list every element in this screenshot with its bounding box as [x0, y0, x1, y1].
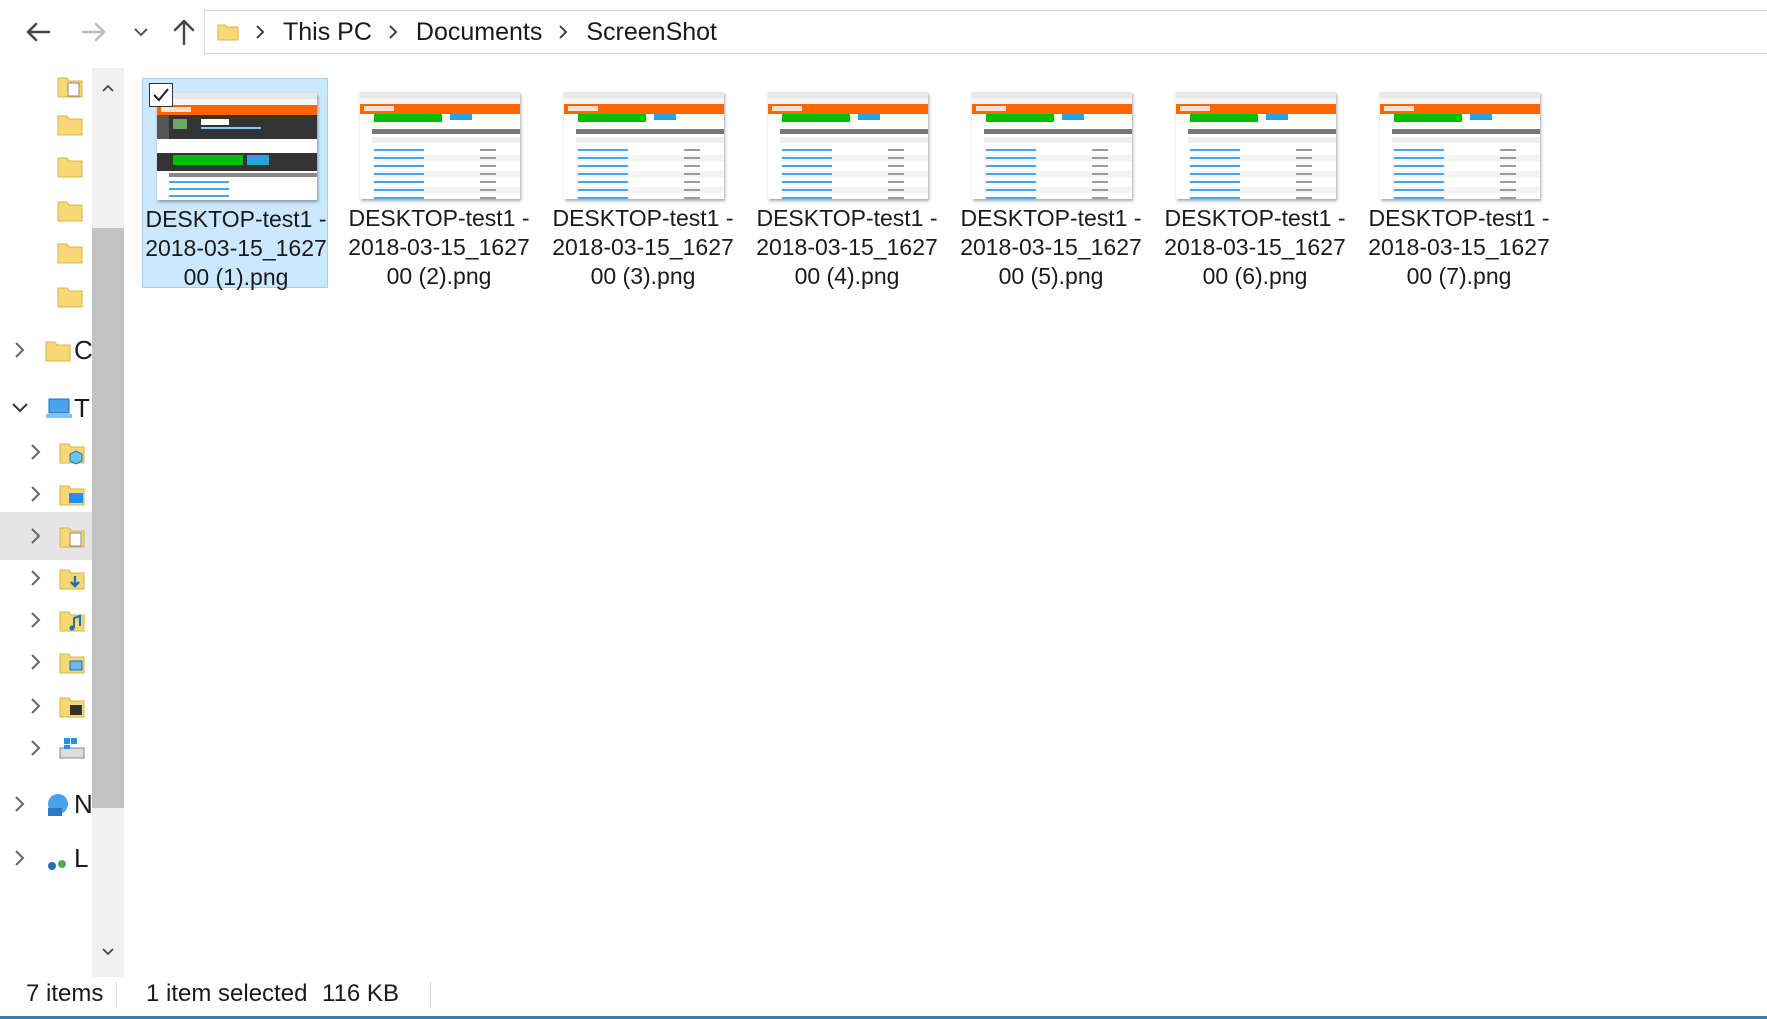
- folder-pictures-icon: [57, 115, 83, 136]
- file-thumbnail: [360, 92, 520, 199]
- breadcrumb-screenshot[interactable]: ScreenShot: [586, 18, 717, 47]
- breadcrumb-separator-icon: [388, 24, 404, 40]
- chevron-up-icon: [102, 84, 114, 92]
- file-name: DESKTOP-test1 - 2018-03-15_162700 (6).pn…: [1164, 205, 1346, 289]
- nav-tree-item-label: C: [74, 335, 93, 365]
- pictures-folder-icon: [59, 653, 85, 674]
- status-divider: [116, 982, 117, 1008]
- navigation-pane: CT NL: [0, 62, 124, 977]
- status-divider: [430, 982, 431, 1008]
- selection-count: 1 item selected: [146, 980, 308, 1007]
- arrow-up-icon: [173, 19, 195, 46]
- navigation-toolbar: This PC Documents ScreenShot: [0, 0, 1767, 62]
- file-name: DESKTOP-test1 - 2018-03-15_162700 (3).pn…: [552, 205, 734, 289]
- music-folder-icon: [59, 611, 85, 632]
- file-name: DESKTOP-test1 - 2018-03-15_162700 (5).pn…: [960, 205, 1142, 289]
- item-count: 7 items: [26, 980, 104, 1007]
- documents-folder-icon: [59, 527, 85, 548]
- selection-checkbox[interactable]: [149, 83, 173, 107]
- breadcrumb-separator-icon: [255, 24, 271, 40]
- chevron-right-icon[interactable]: [26, 484, 46, 504]
- folder-icon: [57, 243, 83, 264]
- nav-tree-item-label: T: [74, 393, 90, 423]
- folder-documents-icon: [57, 77, 83, 98]
- selection-size: 116 KB: [322, 980, 399, 1007]
- folder-icon: [217, 24, 239, 41]
- folder-icon: [45, 341, 71, 362]
- chevron-right-icon[interactable]: [10, 794, 30, 814]
- file-name: DESKTOP-test1 - 2018-03-15_162700 (4).pn…: [756, 205, 938, 289]
- breadcrumb-documents[interactable]: Documents: [416, 18, 542, 47]
- file-thumbnail: [972, 92, 1132, 199]
- file-name: DESKTOP-test1 - 2018-03-15_162700 (2).pn…: [348, 205, 530, 289]
- status-bar: 7 items 1 item selected 116 KB: [0, 970, 1767, 1019]
- file-item[interactable]: DESKTOP-test1 - 2018-03-15_162700 (7).pn…: [1366, 78, 1552, 289]
- file-item[interactable]: DESKTOP-test1 - 2018-03-15_162700 (6).pn…: [1162, 78, 1348, 289]
- nav-tree-item-label: N: [74, 789, 93, 819]
- recent-locations-button[interactable]: [126, 12, 156, 52]
- chevron-right-icon[interactable]: [10, 848, 30, 868]
- file-item[interactable]: DESKTOP-test1 - 2018-03-15_162700 (4).pn…: [754, 78, 940, 289]
- nav-pane-scrollbar[interactable]: [92, 68, 124, 977]
- file-item[interactable]: DESKTOP-test1 - 2018-03-15_162700 (2).pn…: [346, 78, 532, 289]
- desktop-folder-icon: [59, 485, 85, 506]
- chevron-right-icon[interactable]: [10, 340, 30, 360]
- arrow-right-icon: [81, 22, 106, 42]
- file-item[interactable]: DESKTOP-test1 - 2018-03-15_162700 (3).pn…: [550, 78, 736, 289]
- chevron-right-icon[interactable]: [26, 442, 46, 462]
- 3d-objects-icon: [59, 443, 85, 465]
- file-name: DESKTOP-test1 - 2018-03-15_162700 (1).pn…: [145, 206, 327, 290]
- scroll-down-button[interactable]: [92, 932, 124, 972]
- chevron-right-icon[interactable]: [26, 652, 46, 672]
- downloads-folder-icon: [59, 569, 85, 590]
- chevron-right-icon[interactable]: [26, 738, 46, 758]
- address-bar[interactable]: This PC Documents ScreenShot: [204, 10, 1767, 54]
- scroll-up-button[interactable]: [92, 68, 124, 108]
- checkmark-icon: [153, 88, 169, 102]
- file-name: DESKTOP-test1 - 2018-03-15_162700 (7).pn…: [1368, 205, 1550, 289]
- homegroup-icon: [48, 860, 66, 870]
- file-thumbnail: [564, 92, 724, 199]
- this-pc-icon: [46, 398, 72, 418]
- file-thumbnail: [1380, 92, 1540, 199]
- breadcrumb-this-pc[interactable]: This PC: [283, 18, 372, 47]
- file-thumbnail: [768, 92, 928, 199]
- back-button[interactable]: [18, 12, 58, 52]
- folder-icon: [57, 287, 83, 308]
- windows-drive-icon: [59, 738, 85, 759]
- chevron-down-icon: [102, 948, 114, 956]
- file-thumbnail: [157, 93, 317, 200]
- file-thumbnail: [1176, 92, 1336, 199]
- breadcrumb-separator-icon: [558, 24, 574, 40]
- folder-icon: [57, 157, 83, 178]
- folder-icon: [57, 201, 83, 222]
- chevron-right-icon[interactable]: [26, 568, 46, 588]
- videos-folder-icon: [59, 697, 85, 718]
- nav-tree-item-label: L: [74, 843, 89, 873]
- chevron-down-icon: [134, 28, 148, 37]
- scrollbar-thumb[interactable]: [92, 228, 124, 808]
- chevron-right-icon[interactable]: [26, 696, 46, 716]
- chevron-right-icon[interactable]: [26, 610, 46, 630]
- arrow-left-icon: [26, 22, 51, 42]
- file-item[interactable]: DESKTOP-test1 - 2018-03-15_162700 (5).pn…: [958, 78, 1144, 289]
- network-icon: [48, 794, 68, 816]
- file-list: DESKTOP-test1 - 2018-03-15_162700 (1).pn…: [124, 62, 1767, 977]
- chevron-right-icon[interactable]: [26, 526, 46, 546]
- chevron-down-icon[interactable]: [10, 398, 30, 418]
- file-explorer-window: This PC Documents ScreenShot CT NL DESKTO…: [0, 0, 1767, 1019]
- forward-button[interactable]: [74, 12, 114, 52]
- file-item[interactable]: DESKTOP-test1 - 2018-03-15_162700 (1).pn…: [142, 78, 328, 290]
- up-button[interactable]: [164, 12, 204, 52]
